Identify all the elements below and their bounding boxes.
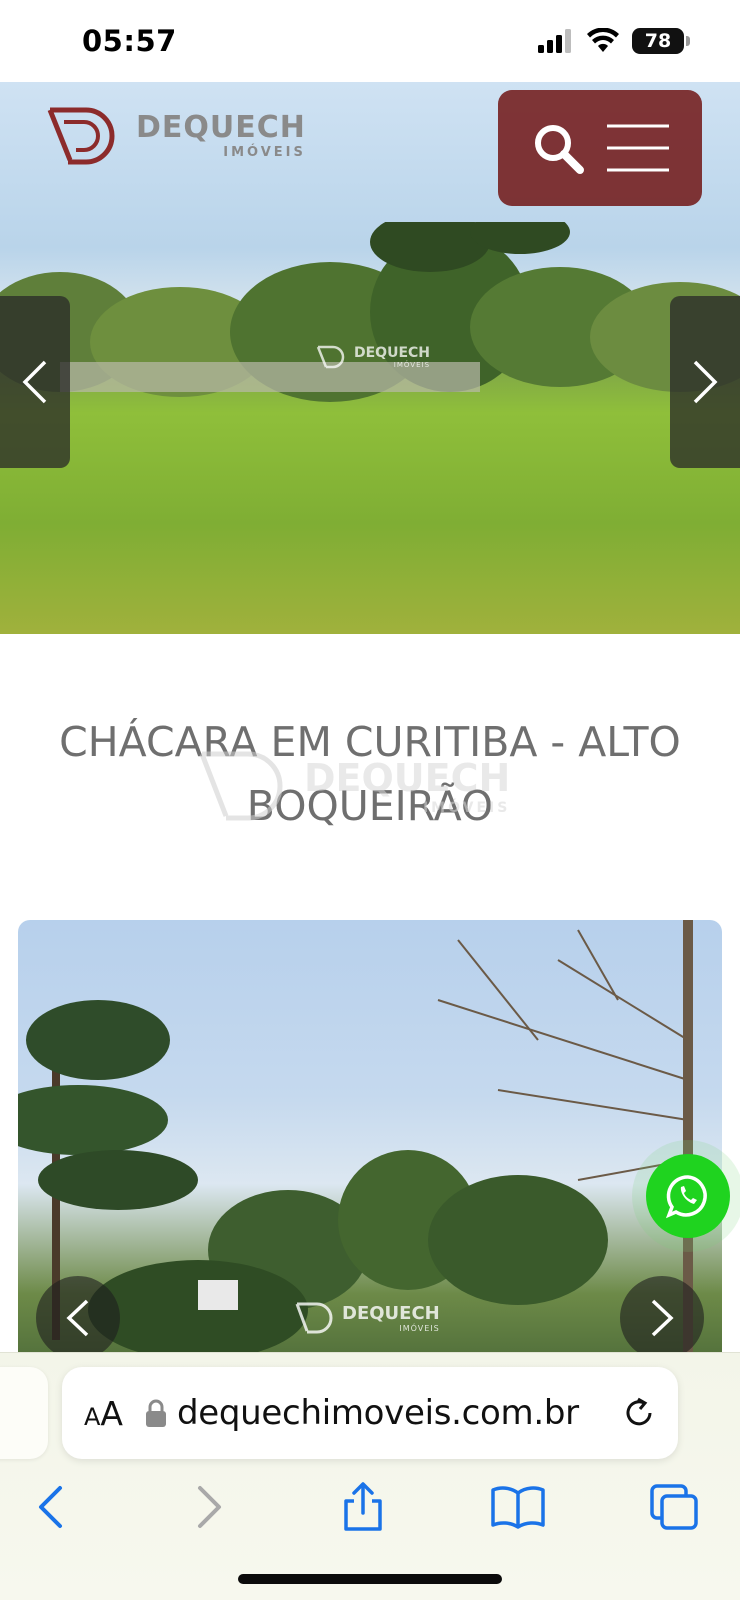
address-bar[interactable]: A A dequechimoveis.com.br bbox=[62, 1367, 678, 1459]
gallery-watermark-name: DEQUECH bbox=[342, 1303, 440, 1324]
browser-toolbar bbox=[0, 1471, 740, 1551]
gallery-prev-button[interactable] bbox=[36, 1276, 120, 1360]
hero-watermark-subtitle: IMÓVEIS bbox=[393, 361, 431, 369]
chevron-left-icon bbox=[66, 1299, 89, 1337]
dequech-logo-icon bbox=[47, 107, 115, 165]
chevron-right-icon bbox=[198, 1486, 221, 1528]
hero-watermark-name: DEQUECH bbox=[354, 345, 431, 361]
aa-small: A bbox=[84, 1402, 101, 1431]
hamburger-menu-icon[interactable] bbox=[605, 120, 671, 176]
home-indicator bbox=[238, 1574, 502, 1584]
cellular-signal-icon bbox=[538, 29, 571, 53]
header-actions bbox=[498, 90, 702, 206]
search-icon[interactable] bbox=[530, 120, 586, 176]
url-text: dequechimoveis.com.br bbox=[177, 1393, 579, 1433]
hero-trees-illustration bbox=[0, 222, 740, 402]
book-icon bbox=[491, 1486, 545, 1529]
chevron-left-icon bbox=[22, 360, 47, 404]
lock-icon bbox=[146, 1399, 166, 1427]
status-icons: 78 bbox=[538, 28, 690, 54]
back-button[interactable] bbox=[20, 1477, 80, 1537]
title-watermark-name: DEQUECH bbox=[304, 756, 511, 800]
status-bar: 05:57 78 bbox=[0, 0, 740, 82]
listing-title-section: CHÁCARA EM CURITIBA - ALTO BOQUEIRÃO DEQ… bbox=[0, 634, 740, 920]
watermark-logo-icon bbox=[199, 751, 283, 821]
hero-next-button[interactable] bbox=[670, 296, 740, 468]
title-watermark-subtitle: IMÓVEIS bbox=[422, 800, 511, 816]
tabs-button[interactable] bbox=[644, 1477, 704, 1537]
gallery-photo bbox=[18, 920, 693, 1360]
previous-tab-peek[interactable] bbox=[0, 1367, 48, 1459]
gallery-next-button[interactable] bbox=[620, 1276, 704, 1360]
status-time: 05:57 bbox=[82, 24, 177, 58]
reader-settings-button[interactable]: A A bbox=[84, 1394, 123, 1433]
chevron-left-icon bbox=[39, 1486, 62, 1528]
chevron-right-icon bbox=[693, 360, 718, 404]
wifi-icon bbox=[587, 28, 619, 52]
logo-subtitle: IMÓVEIS bbox=[223, 145, 306, 160]
watermark-logo-icon bbox=[316, 345, 345, 369]
gallery-watermark-subtitle: IMÓVEIS bbox=[399, 1324, 440, 1333]
tabs-icon bbox=[650, 1484, 698, 1530]
battery-level: 78 bbox=[644, 30, 672, 52]
browser-bottom-bar: A A dequechimoveis.com.br bbox=[0, 1352, 740, 1600]
logo-name: DEQUECH bbox=[136, 110, 306, 145]
hero-watermark: DEQUECH IMÓVEIS bbox=[316, 344, 430, 370]
share-icon bbox=[344, 1482, 382, 1531]
bookmarks-button[interactable] bbox=[488, 1477, 548, 1537]
gallery-carousel[interactable]: DEQUECH IMÓVEIS bbox=[18, 920, 722, 1360]
aa-big: A bbox=[100, 1393, 123, 1433]
hero-image-carousel[interactable]: DEQUECH IMÓVEIS DEQUECH IMÓVEIS bbox=[0, 82, 740, 634]
site-logo[interactable]: DEQUECH IMÓVEIS bbox=[46, 104, 306, 166]
hero-prev-button[interactable] bbox=[0, 296, 70, 468]
gallery-watermark: DEQUECH IMÓVEIS bbox=[294, 1300, 440, 1336]
battery-icon: 78 bbox=[632, 28, 690, 54]
forward-button[interactable] bbox=[180, 1477, 240, 1537]
share-button[interactable] bbox=[333, 1477, 393, 1537]
title-watermark: DEQUECH IMÓVEIS bbox=[196, 746, 510, 826]
reload-icon[interactable] bbox=[622, 1396, 656, 1430]
whatsapp-button[interactable] bbox=[646, 1154, 730, 1238]
whatsapp-icon bbox=[665, 1175, 707, 1219]
watermark-logo-icon bbox=[295, 1302, 333, 1334]
chevron-right-icon bbox=[651, 1299, 674, 1337]
